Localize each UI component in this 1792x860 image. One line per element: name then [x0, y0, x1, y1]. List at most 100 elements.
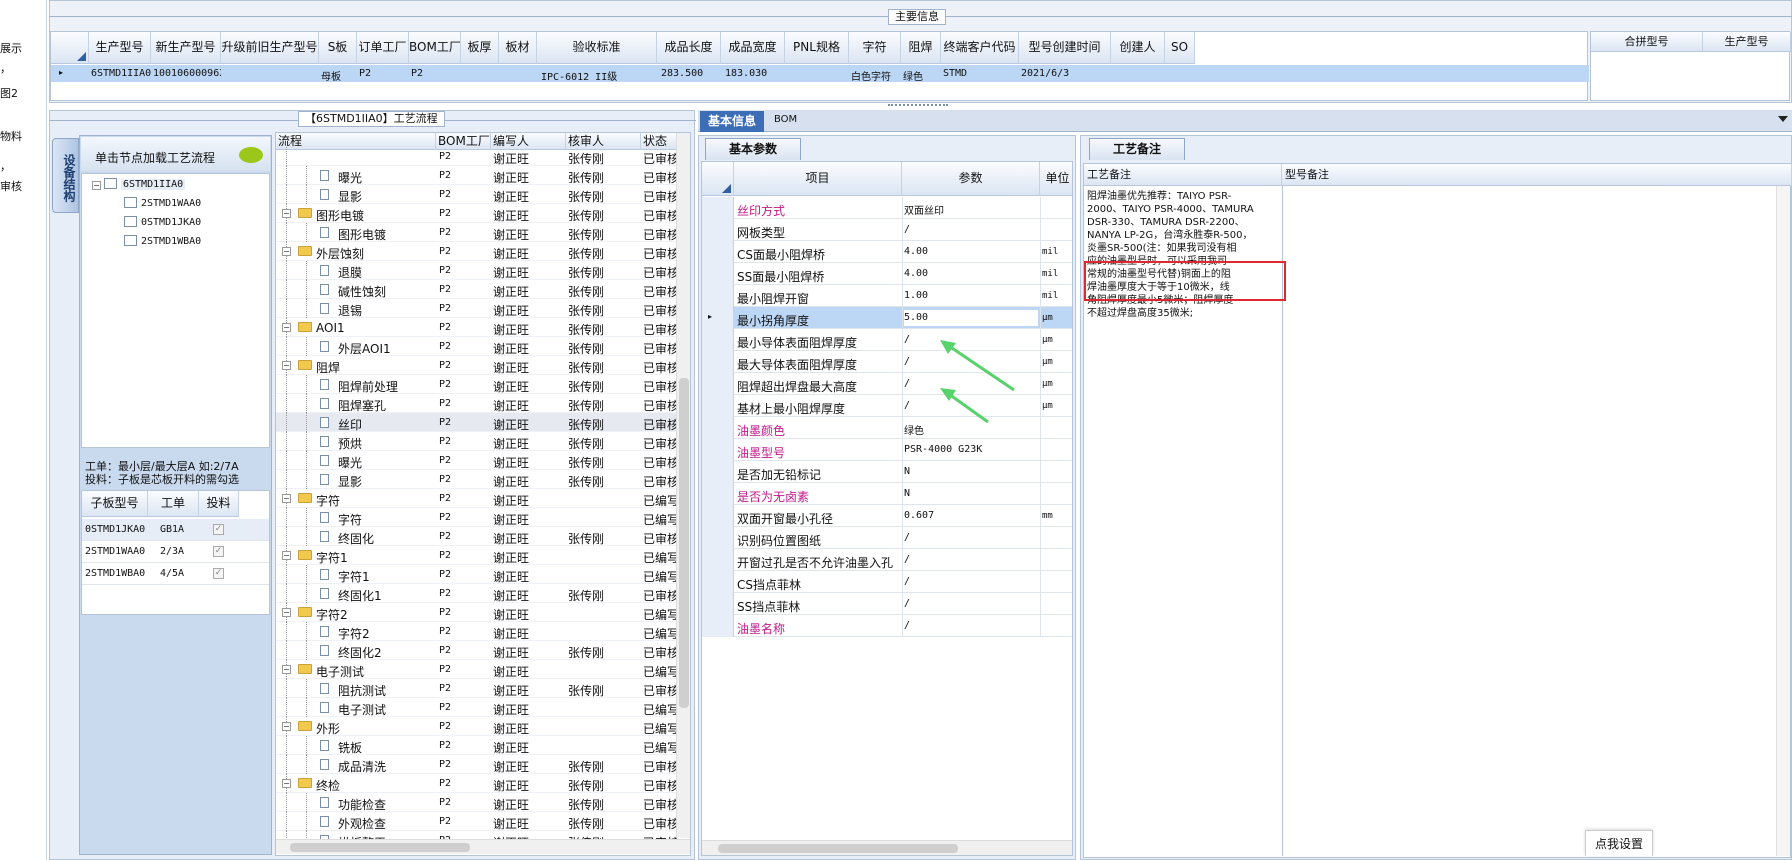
- param-row-selector[interactable]: [702, 197, 734, 219]
- param-row[interactable]: 油墨型号 PSR-4000 G23K: [702, 439, 1072, 461]
- flow-row[interactable]: 显影 P2 谢正旺 张传刚 已审核: [276, 185, 677, 204]
- flow-row[interactable]: − 终检 P2 谢正旺 张传刚 已审核: [276, 774, 677, 793]
- sub-row[interactable]: 2STMD1WBA0 4/5A ✓: [82, 563, 269, 585]
- param-row[interactable]: CS面最小阻焊桥 4.00 mil: [702, 241, 1072, 263]
- param-value[interactable]: N: [904, 488, 910, 499]
- param-value[interactable]: /: [904, 620, 910, 631]
- param-value[interactable]: 1.00: [904, 290, 928, 301]
- params-hscroll[interactable]: [702, 840, 1072, 855]
- main-header-col[interactable]: 阻焊: [901, 32, 941, 64]
- flow-row[interactable]: − 字符2 P2 谢正旺 已编写: [276, 603, 677, 622]
- main-header-col[interactable]: 字符: [849, 32, 901, 64]
- feed-checkbox[interactable]: ✓: [213, 568, 224, 579]
- tree-child-0[interactable]: 2STMD1WAA0: [124, 196, 201, 209]
- main-header-col[interactable]: 生产型号: [89, 32, 151, 64]
- flow-vscroll[interactable]: [676, 133, 690, 838]
- left-nav-item[interactable]: ，: [0, 60, 11, 76]
- flow-row[interactable]: 退锡 P2 谢正旺 张传刚 已审核: [276, 299, 677, 318]
- param-value[interactable]: 绿色: [904, 422, 924, 437]
- flow-row[interactable]: 终固化1 P2 谢正旺 张传刚 已审核: [276, 584, 677, 603]
- param-row-selector[interactable]: [702, 549, 734, 571]
- expand-icon[interactable]: −: [282, 209, 291, 218]
- flow-row[interactable]: 曝光 P2 谢正旺 张传刚 已审核: [276, 166, 677, 185]
- param-row[interactable]: 油墨名称 /: [702, 615, 1072, 637]
- param-row-selector[interactable]: [702, 505, 734, 527]
- main-header-col[interactable]: 型号创建时间: [1019, 32, 1111, 64]
- main-header-col[interactable]: 板材: [499, 32, 537, 64]
- expand-icon[interactable]: −: [282, 608, 291, 617]
- left-nav-item[interactable]: 审核: [0, 178, 22, 194]
- flow-row[interactable]: 退膜 P2 谢正旺 张传刚 已审核: [276, 261, 677, 280]
- tab-bom[interactable]: BOM: [774, 114, 797, 125]
- main-header-col[interactable]: 成品宽度: [721, 32, 785, 64]
- param-row-selector[interactable]: [702, 461, 734, 483]
- param-row[interactable]: 识别码位置图纸 /: [702, 527, 1072, 549]
- param-row[interactable]: SS面最小阻焊桥 4.00 mil: [702, 263, 1072, 285]
- flow-row[interactable]: − 外层蚀刻 P2 谢正旺 张传刚 已审核: [276, 242, 677, 261]
- tree-root[interactable]: − 6STMD1IIA0: [92, 177, 186, 190]
- param-row-selector[interactable]: [702, 329, 734, 351]
- main-header-col[interactable]: 新生产型号: [151, 32, 221, 64]
- param-row-selector[interactable]: [702, 373, 734, 395]
- main-row-cell[interactable]: STMD: [943, 68, 1019, 79]
- left-nav-item[interactable]: 物料: [0, 128, 22, 144]
- flow-row[interactable]: 预烘 P2 谢正旺 张传刚 已审核: [276, 432, 677, 451]
- param-value[interactable]: /: [904, 598, 910, 609]
- flow-row[interactable]: 字符 P2 谢正旺 已编写: [276, 508, 677, 527]
- tab-basic-info[interactable]: 基本信息: [700, 111, 764, 132]
- flow-hscroll-thumb[interactable]: [290, 843, 470, 852]
- param-value[interactable]: /: [904, 356, 910, 367]
- param-row[interactable]: 双面开窗最小孔径 0.607 mm: [702, 505, 1072, 527]
- feed-checkbox[interactable]: ✓: [213, 524, 224, 535]
- main-header-col[interactable]: SO: [1165, 32, 1195, 64]
- main-row-cell[interactable]: 绿色: [903, 68, 941, 83]
- splitter-handle[interactable]: [888, 104, 948, 109]
- param-value[interactable]: 4.00: [904, 246, 928, 257]
- flow-row[interactable]: 电子测试 P2 谢正旺 已编写: [276, 698, 677, 717]
- param-value[interactable]: /: [904, 224, 910, 235]
- param-value[interactable]: 0.607: [904, 510, 934, 521]
- param-row-selector[interactable]: [702, 593, 734, 615]
- main-info-row[interactable]: ▸ 6STMD1IIA010010600096299母板P2P2IPC-6012…: [51, 65, 1589, 83]
- main-row-cell[interactable]: P2: [411, 68, 461, 79]
- tree-child-2[interactable]: 2STMD1WBA0: [124, 234, 201, 247]
- param-row-selector[interactable]: [702, 439, 734, 461]
- param-row[interactable]: SS挡点菲林 /: [702, 593, 1072, 615]
- param-header[interactable]: 项目: [734, 162, 902, 196]
- param-value[interactable]: /: [904, 532, 910, 543]
- expand-icon[interactable]: −: [282, 494, 291, 503]
- flow-row[interactable]: 终固化 P2 谢正旺 张传刚 已审核: [276, 527, 677, 546]
- settings-button[interactable]: 点我设置: [1585, 830, 1653, 856]
- param-row-selector[interactable]: [702, 351, 734, 373]
- main-row-cell[interactable]: P2: [359, 68, 409, 79]
- flow-row[interactable]: 阻抗测试 P2 谢正旺 张传刚 已审核: [276, 679, 677, 698]
- left-nav-item[interactable]: ，: [0, 158, 11, 174]
- main-row-cell[interactable]: 283.500: [661, 68, 723, 79]
- main-header-col[interactable]: PNL规格: [785, 32, 849, 64]
- tree-child-1[interactable]: 0STMD1JKA0: [124, 215, 201, 228]
- flow-row[interactable]: − 字符 P2 谢正旺 已编写: [276, 489, 677, 508]
- param-value[interactable]: 4.00: [904, 268, 928, 279]
- param-value[interactable]: N: [904, 466, 910, 477]
- param-header[interactable]: 参数: [902, 162, 1040, 196]
- flow-row[interactable]: − 阻焊 P2 谢正旺 张传刚 已审核: [276, 356, 677, 375]
- expand-icon[interactable]: −: [282, 665, 291, 674]
- main-row-cell[interactable]: 母板: [321, 68, 357, 83]
- param-row[interactable]: 丝印方式 双面丝印: [702, 197, 1072, 219]
- flow-row[interactable]: 丝印 P2 谢正旺 张传刚 已审核: [276, 413, 677, 432]
- main-header-col[interactable]: 成品长度: [657, 32, 721, 64]
- expand-icon[interactable]: −: [282, 247, 291, 256]
- flow-vscroll-thumb[interactable]: [679, 378, 689, 708]
- param-row-selector[interactable]: [702, 219, 734, 241]
- main-header-col[interactable]: 板厚: [461, 32, 499, 64]
- main-row-cell[interactable]: 183.030: [725, 68, 787, 79]
- expand-icon[interactable]: −: [282, 779, 291, 788]
- main-row-cell[interactable]: IPC-6012 II级: [541, 68, 659, 83]
- flow-hscroll[interactable]: [276, 839, 690, 854]
- flow-row[interactable]: 成品清洗 P2 谢正旺 张传刚 已审核: [276, 755, 677, 774]
- main-row-cell[interactable]: 白色字符: [851, 68, 901, 83]
- expand-icon[interactable]: −: [282, 722, 291, 731]
- sub-header[interactable]: 投料: [199, 491, 239, 517]
- param-row[interactable]: 开窗过孔是否不允许油墨入孔 /: [702, 549, 1072, 571]
- flow-row[interactable]: 功能检查 P2 谢正旺 张传刚 已审核: [276, 793, 677, 812]
